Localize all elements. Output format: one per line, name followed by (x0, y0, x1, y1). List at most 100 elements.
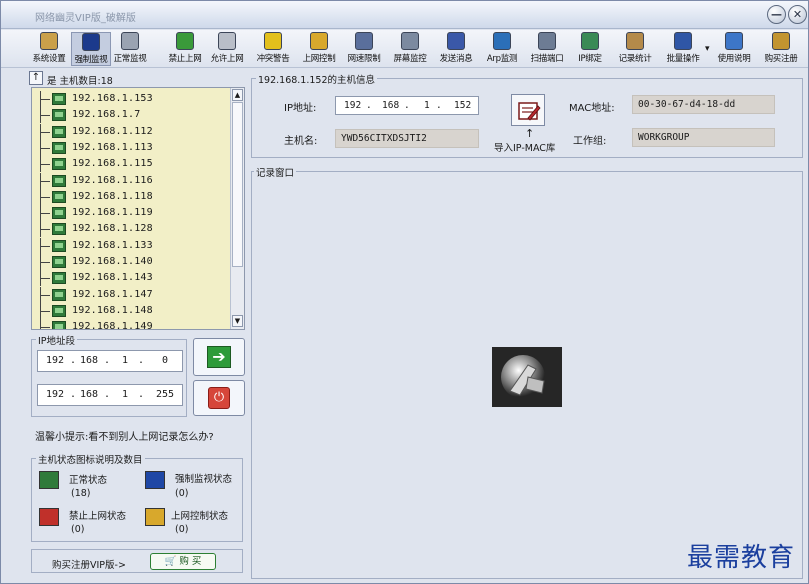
tree-branch (40, 131, 50, 133)
host-list-item[interactable]: 192.168.1.118 (32, 188, 232, 205)
status-count: (0) (175, 488, 189, 499)
log-title: 记录窗口 (254, 165, 297, 179)
host-ip: 192.168.1.140 (72, 256, 153, 267)
toolbar-button-label: 购买注册 (764, 54, 798, 64)
toolbar-button[interactable]: 记录统计 (614, 32, 656, 66)
host-list-item[interactable]: 192.168.1.7 (32, 107, 232, 124)
toolbar-button-label: 上网控制 (302, 54, 336, 64)
toolbar-button[interactable]: 上网控制 (299, 32, 339, 66)
host-list-item[interactable]: 192.168.1.147 (32, 286, 232, 303)
status-count: (0) (71, 524, 85, 535)
toolbar-button[interactable]: 批量操作 (661, 32, 705, 66)
tree-branch (40, 327, 50, 329)
host-list-item[interactable]: 192.168.1.148 (32, 302, 232, 319)
toolbar-button[interactable]: IP绑定 (573, 32, 607, 66)
warning-icon (264, 32, 282, 50)
window-title: 网络幽灵VIP版_破解版 (35, 13, 136, 24)
scroll-down-arrow-icon[interactable]: ▼ (232, 315, 243, 327)
minimize-button[interactable]: — (767, 5, 786, 24)
computer-icon (52, 207, 66, 220)
toolbar-button[interactable]: 使用说明 (713, 32, 755, 66)
host-list-item[interactable]: 192.168.1.112 (32, 123, 232, 140)
batch-dropdown-icon[interactable]: ▾ (705, 44, 710, 54)
key-icon (772, 32, 790, 50)
toolbar-button-label: 发送消息 (439, 54, 473, 64)
computer-icon (52, 223, 66, 236)
computer-icon (52, 239, 66, 252)
toolbar-button-label: 使用说明 (717, 54, 751, 64)
tree-branch (40, 99, 50, 100)
computer-icon (52, 125, 66, 138)
host-ip: 192.168.1.118 (72, 190, 153, 202)
main-window: 网络幽灵VIP版_破解版 — ✕ 系统设置 强制监视 正常监视 禁止上网 允许上网 冲突警… (0, 0, 809, 584)
status-label: 正常状态 (69, 475, 108, 486)
host-tree-scrollbar[interactable]: ▲ ▼ (230, 88, 244, 329)
toolbar-button[interactable]: 发送消息 (433, 32, 479, 66)
scan-stop-button[interactable]: ⏻ (193, 380, 245, 416)
toolbar-button[interactable]: 禁止上网 (165, 32, 205, 66)
tip-link[interactable]: 温馨小提示:看不到别人上网记录怎么办? (35, 428, 214, 443)
ip-label: IP地址: (284, 103, 317, 114)
toolbar-button-label: 冲突警告 (256, 54, 290, 64)
import-database-icon (518, 102, 541, 121)
host-count-label: 是 主机数目:18 (47, 76, 113, 87)
host-list-item[interactable]: 192.168.1.115 (32, 156, 232, 173)
toolbar-button[interactable]: 扫描端口 (525, 32, 569, 66)
host-list-header: ↑ 是 主机数目:18 (29, 71, 249, 87)
toolbar-button[interactable]: Arp监测 (483, 32, 521, 66)
host-ip: 192.168.1.113 (72, 141, 153, 153)
up-button[interactable]: ↑ (29, 71, 43, 85)
toolbar-button-label: 记录统计 (618, 54, 652, 64)
toolbar-button[interactable]: 强制监视 (71, 32, 111, 66)
tree-branch (40, 278, 50, 280)
ip-range-start-input[interactable]: 192 . 168 . 1 . 0 (37, 350, 183, 372)
host-list-item[interactable]: 192.168.1.153 (32, 91, 232, 107)
monitor-normal-icon (121, 32, 139, 50)
host-list-item[interactable]: 192.168.1.133 (32, 237, 232, 254)
computer-icon (52, 190, 66, 203)
import-ip-mac-button[interactable] (511, 94, 545, 126)
toolbar-button-label: Arp监测 (486, 54, 518, 64)
host-list-item[interactable]: 192.168.1.149 (32, 319, 232, 329)
toolbar-button-label: 扫描端口 (530, 54, 564, 64)
toolbar-button-label: 禁止上网 (168, 54, 202, 64)
toolbar-button[interactable]: 正常监视 (107, 32, 153, 66)
host-list-item[interactable]: 192.168.1.116 (32, 172, 232, 189)
host-list-item[interactable]: 192.168.1.140 (32, 254, 232, 270)
toolbar-button[interactable]: 屏幕监控 (390, 32, 430, 66)
toolbar-button-label: 允许上网 (210, 54, 244, 64)
computer-icon (52, 93, 66, 105)
scroll-up-arrow-icon[interactable]: ▲ (232, 89, 243, 101)
scroll-thumb[interactable] (232, 102, 243, 267)
toolbar-button[interactable]: 系统设置 (29, 32, 69, 66)
toolbar-button[interactable]: 购买注册 (759, 32, 803, 66)
status-count: (0) (175, 524, 189, 535)
host-list-item[interactable]: 192.168.1.119 (32, 205, 232, 222)
scan-start-button[interactable]: ➔ (193, 338, 245, 376)
toolbar-button-label: 正常监视 (113, 54, 147, 64)
host-ip: 192.168.1.143 (72, 272, 153, 284)
host-list-item[interactable]: 192.168.1.113 (32, 139, 232, 156)
ip-octet: 168 (80, 355, 99, 366)
host-list-item[interactable]: 192.168.1.128 (32, 221, 232, 238)
toolbar-button-label: IP绑定 (578, 54, 602, 64)
power-icon: ⏻ (208, 387, 230, 409)
host-list-item[interactable]: 192.168.1.143 (32, 270, 232, 287)
host-ip: 192.168.1.112 (72, 125, 153, 137)
host-ip-field[interactable]: 192 . 168 . 1 . 152 (335, 96, 479, 115)
toolbar-button[interactable]: 允许上网 (207, 32, 247, 66)
close-button[interactable]: ✕ (788, 5, 807, 24)
status-label: 强制监视状态 (175, 474, 233, 485)
buy-button[interactable]: 🛒 购 买 (150, 553, 216, 570)
host-tree[interactable]: 192.168.1.149 192.168.1.148 192.168.1.147 1… (31, 87, 245, 330)
control-status-lock-icon (145, 508, 165, 526)
computer-icon (52, 256, 66, 268)
lock-icon (310, 32, 328, 50)
title-bar: 网络幽灵VIP版_破解版 — ✕ (1, 1, 808, 29)
toolbar-button[interactable]: 冲突警告 (251, 32, 295, 66)
workgroup-field: WORKGROUP (632, 128, 775, 147)
tree-branch (40, 294, 50, 296)
toolbar-button[interactable]: 网速限制 (344, 32, 384, 66)
ip-range-end-input[interactable]: 192 . 168 . 1 . 255 (37, 384, 183, 406)
host-ip: 192.168.1.147 (72, 288, 153, 300)
